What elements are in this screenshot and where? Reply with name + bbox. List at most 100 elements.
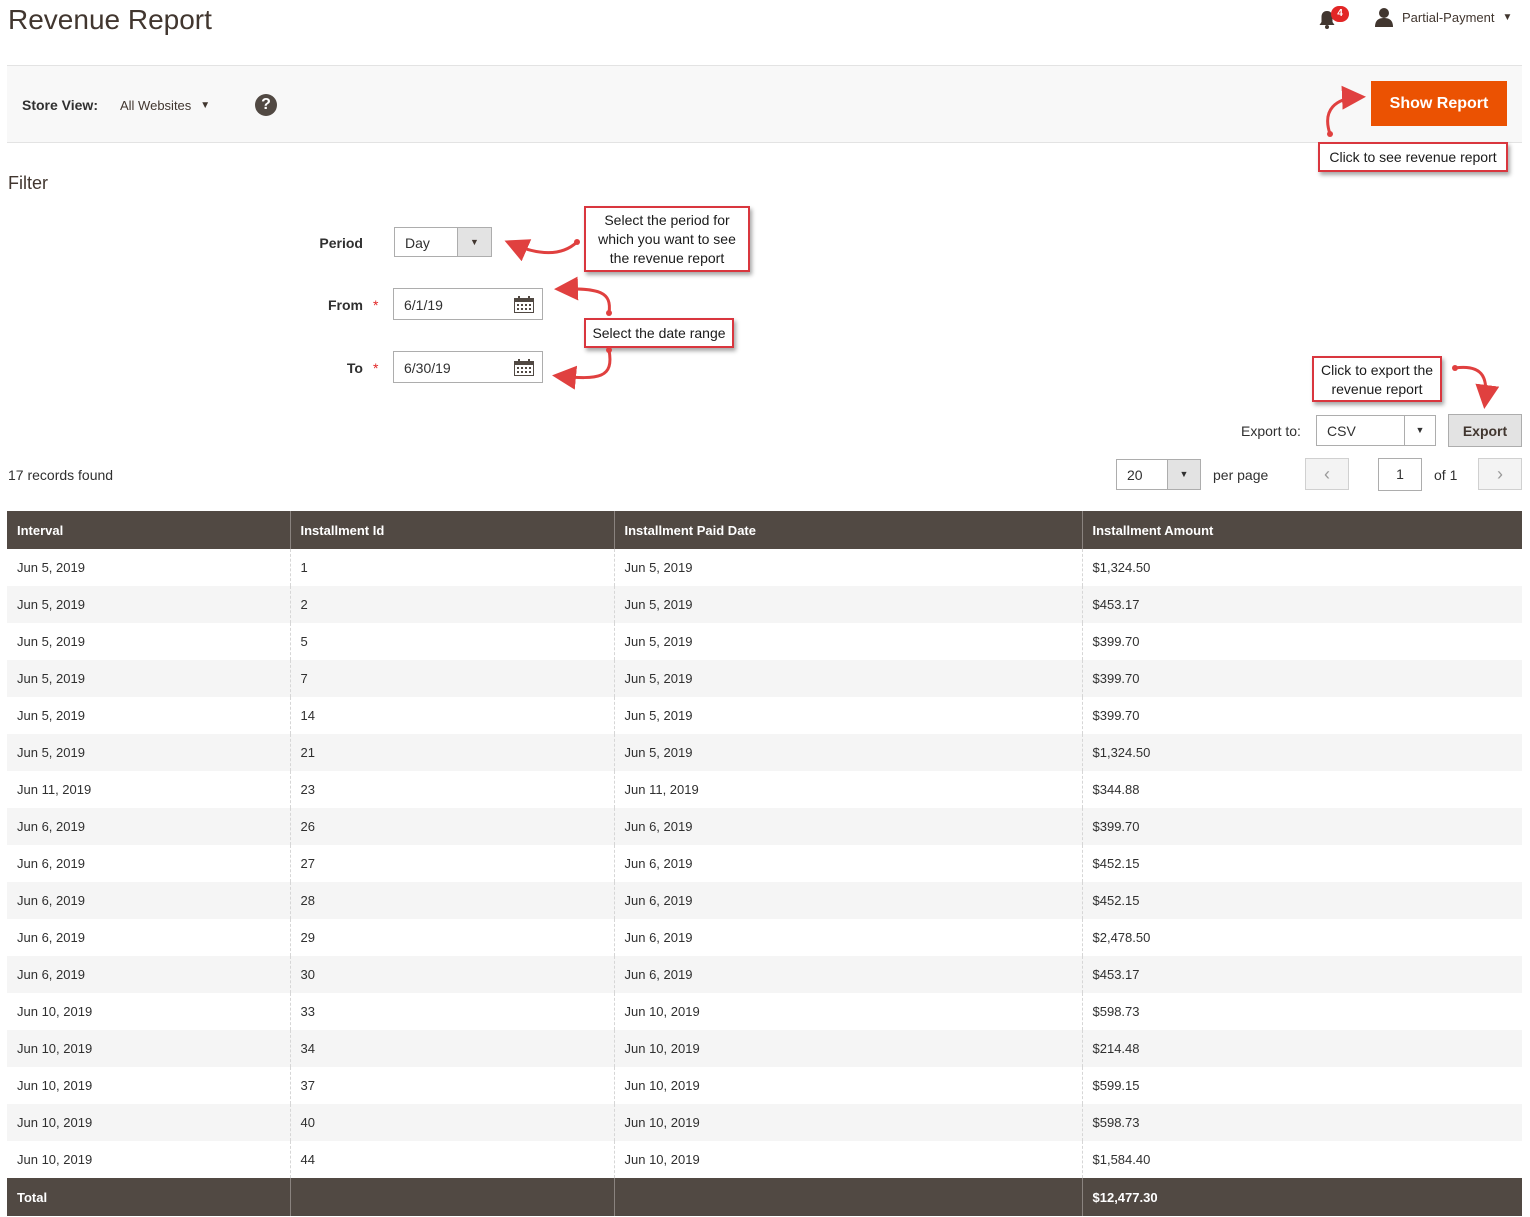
table-row[interactable]: Jun 5, 2019 7 Jun 5, 2019 $399.70: [7, 660, 1522, 697]
table-cell: 40: [290, 1104, 615, 1141]
column-header[interactable]: Installment Paid Date: [614, 511, 1083, 549]
table-cell: $2,478.50: [1092, 930, 1151, 945]
callout-text: Select the period for: [604, 212, 730, 228]
callout-period: Select the period for which you want to …: [584, 206, 750, 272]
from-date-input[interactable]: 6/1/19: [393, 288, 543, 320]
callout-show-report: Click to see revenue report: [1318, 142, 1508, 172]
table-row[interactable]: Jun 5, 2019 21 Jun 5, 2019 $1,324.50: [7, 734, 1522, 771]
table-row[interactable]: Jun 6, 2019 29 Jun 6, 2019 $2,478.50: [7, 919, 1522, 956]
table-cell: $399.70: [1092, 634, 1140, 649]
table-cell: Jun 5, 2019: [7, 734, 291, 771]
show-report-button[interactable]: Show Report: [1371, 81, 1507, 126]
notifications-button[interactable]: 4: [1318, 6, 1349, 30]
callout-date-range: Select the date range: [584, 318, 734, 348]
table-row[interactable]: Jun 10, 2019 44 Jun 10, 2019 $1,584.40: [7, 1141, 1522, 1178]
table-row[interactable]: Jun 11, 2019 23 Jun 11, 2019 $344.88: [7, 771, 1522, 808]
export-format-select[interactable]: CSV ▼: [1316, 415, 1436, 446]
table-cell: 21: [290, 734, 615, 771]
table-cell: Jun 11, 2019: [614, 771, 1083, 808]
table-cell: 34: [290, 1030, 615, 1067]
user-menu[interactable]: Partial-Payment ▼: [1374, 6, 1512, 28]
table-cell: $453.17: [1082, 956, 1522, 993]
help-icon[interactable]: ?: [255, 94, 277, 116]
records-found: 17 records found: [8, 467, 114, 483]
next-page-button[interactable]: ›: [1478, 458, 1522, 490]
table-cell: 1: [290, 549, 615, 586]
per-page-select[interactable]: 20 ▼: [1116, 459, 1201, 490]
chevron-down-icon: ▼: [1404, 416, 1435, 445]
table-cell: $1,324.50: [1092, 560, 1151, 575]
table-cell: 30: [290, 956, 615, 993]
table-cell: 5: [290, 623, 615, 660]
table-cell: Jun 6, 2019: [7, 919, 291, 956]
chevron-down-icon: ▼: [457, 228, 491, 256]
table-row[interactable]: Jun 10, 2019 33 Jun 10, 2019 $598.73: [7, 993, 1522, 1030]
table-cell: 37: [290, 1067, 615, 1104]
table-row[interactable]: Jun 10, 2019 37 Jun 10, 2019 $599.15: [7, 1067, 1522, 1104]
calendar-icon[interactable]: [514, 296, 534, 313]
per-page-value: 20: [1127, 467, 1143, 483]
store-view-value: All Websites: [120, 98, 192, 113]
table-cell: Jun 6, 2019: [614, 845, 1083, 882]
table-cell: Jun 6, 2019: [614, 919, 1083, 956]
callout-text: which you want to see: [598, 231, 736, 247]
table-cell: $599.15: [1092, 1078, 1140, 1093]
previous-page-button[interactable]: ‹: [1305, 458, 1349, 490]
table-cell: Jun 10, 2019: [7, 1104, 291, 1141]
arrow-to-date: [552, 348, 612, 390]
table-cell: 23: [290, 771, 615, 808]
table-cell: 33: [290, 993, 615, 1030]
table-cell: Jun 5, 2019: [614, 549, 1083, 586]
table-cell: $1,584.40: [1092, 1152, 1151, 1167]
table-cell: $452.15: [1092, 856, 1140, 871]
table-row[interactable]: Jun 5, 2019 1 Jun 5, 2019 $1,324.50: [7, 549, 1522, 586]
table-cell: Jun 10, 2019: [7, 1141, 291, 1178]
table-cell: $399.70: [1092, 708, 1140, 723]
from-date-value: 6/1/19: [404, 297, 443, 313]
page-number-input[interactable]: 1: [1378, 458, 1422, 491]
table-row[interactable]: Jun 6, 2019 26 Jun 6, 2019 $399.70: [7, 808, 1522, 845]
callout-text: Click to see revenue report: [1329, 149, 1497, 165]
required-mark: *: [373, 360, 379, 376]
table-cell: Jun 5, 2019: [614, 623, 1083, 660]
required-mark: *: [373, 297, 379, 313]
table-cell: $214.48: [1082, 1030, 1522, 1067]
table-cell: Jun 10, 2019: [614, 1067, 1083, 1104]
callout-export: Click to export the revenue report: [1312, 356, 1442, 402]
table-row[interactable]: Jun 10, 2019 34 Jun 10, 2019 $214.48: [7, 1030, 1522, 1067]
calendar-icon[interactable]: [514, 359, 534, 376]
store-view-switcher[interactable]: All Websites ▼: [120, 98, 210, 113]
column-header[interactable]: Installment Amount: [1082, 511, 1522, 549]
table-cell: 44: [290, 1141, 615, 1178]
table-row[interactable]: Jun 6, 2019 27 Jun 6, 2019 $452.15: [7, 845, 1522, 882]
export-button[interactable]: Export: [1448, 414, 1522, 447]
table-cell: Jun 6, 2019: [7, 845, 291, 882]
table-row[interactable]: Jun 10, 2019 40 Jun 10, 2019 $598.73: [7, 1104, 1522, 1141]
table-cell: Jun 5, 2019: [614, 734, 1083, 771]
table-row[interactable]: Jun 5, 2019 5 Jun 5, 2019 $399.70: [7, 623, 1522, 660]
filter-title: Filter: [8, 173, 48, 193]
table-cell: Jun 5, 2019: [7, 549, 291, 586]
table-cell: Jun 6, 2019: [614, 808, 1083, 845]
callout-text: the revenue report: [609, 250, 725, 266]
store-view-label: Store View:: [22, 97, 98, 113]
table-cell: 27: [290, 845, 615, 882]
to-date-input[interactable]: 6/30/19: [393, 351, 543, 383]
table-cell: Jun 10, 2019: [7, 993, 291, 1030]
export-format-value: CSV: [1327, 423, 1356, 439]
total-pages: of 1: [1434, 467, 1458, 483]
table-row[interactable]: Jun 5, 2019 2 Jun 5, 2019 $453.17: [7, 586, 1522, 623]
arrow-from-date: [554, 276, 611, 315]
table-row[interactable]: Jun 6, 2019 30 Jun 6, 2019 $453.17: [7, 956, 1522, 993]
table-cell: Jun 10, 2019: [7, 1030, 291, 1067]
table-row[interactable]: Jun 6, 2019 28 Jun 6, 2019 $452.15: [7, 882, 1522, 919]
chevron-left-icon: ‹: [1324, 464, 1330, 484]
period-select[interactable]: Day ▼: [394, 227, 492, 257]
table-row[interactable]: Jun 5, 2019 14 Jun 5, 2019 $399.70: [7, 697, 1522, 734]
column-header[interactable]: Installment Id: [290, 511, 615, 549]
column-header[interactable]: Interval: [7, 511, 291, 549]
table-cell: $598.73: [1082, 1104, 1522, 1141]
store-view-bar: [7, 65, 1522, 143]
totals-row: Total $12,477.30: [7, 1178, 1522, 1216]
user-name: Partial-Payment: [1402, 9, 1495, 25]
